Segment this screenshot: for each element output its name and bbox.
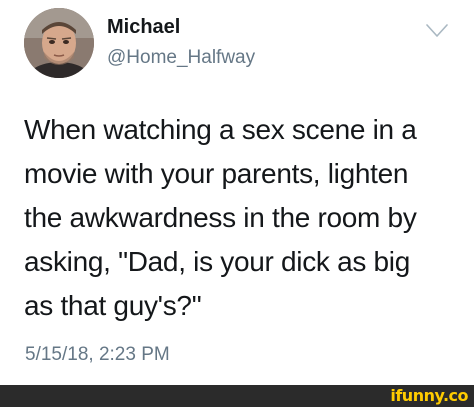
tweet-text: When watching a sex scene in a movie wit…	[24, 108, 464, 328]
ifunny-watermark: ifunny.co	[390, 386, 468, 405]
tweet-text-line: asking, "Dad, is your dick as big	[24, 246, 410, 277]
user-handle[interactable]: @Home_Halfway	[107, 46, 255, 70]
display-name[interactable]: Michael	[107, 15, 180, 39]
tweet-text-line: the awkwardness in the room by	[24, 202, 417, 233]
chevron-down-icon[interactable]	[426, 24, 448, 38]
tweet-card: Michael @Home_Halfway When watching a se…	[0, 0, 474, 385]
tweet-text-line: movie with your parents, lighten	[24, 158, 409, 189]
watermark-bar: ifunny.co	[0, 385, 474, 407]
tweet-text-line: as that guy's?"	[24, 290, 202, 321]
tweet-timestamp[interactable]: 5/15/18, 2:23 PM	[25, 343, 170, 367]
avatar[interactable]	[24, 8, 94, 78]
avatar-photo	[24, 8, 94, 78]
tweet-text-line: When watching a sex scene in a	[24, 114, 417, 145]
